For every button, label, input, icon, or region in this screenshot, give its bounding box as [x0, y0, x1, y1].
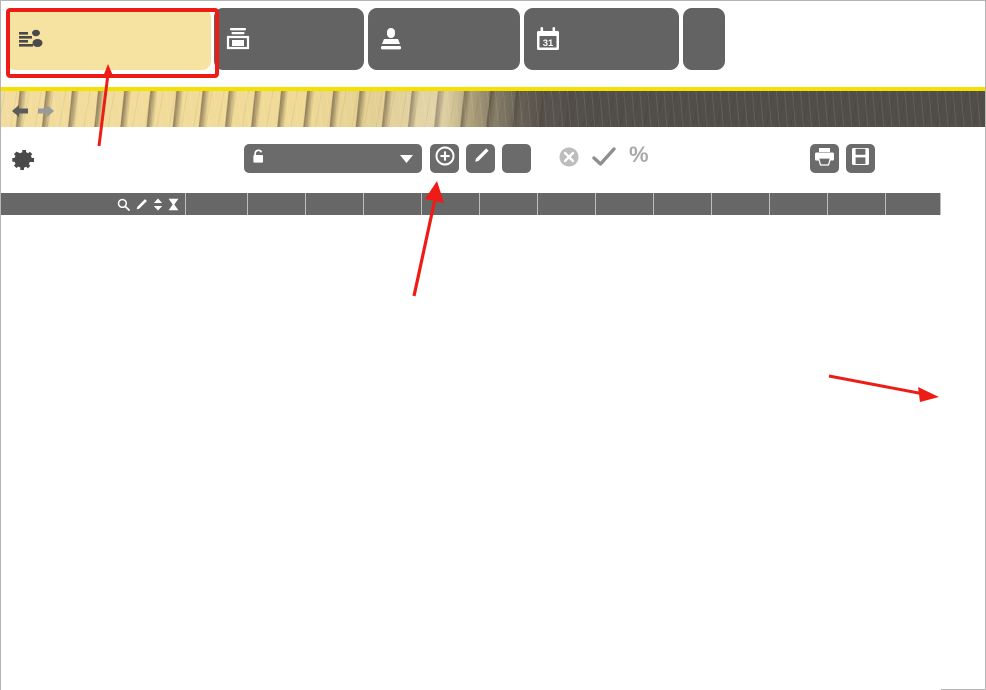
column-header-sep[interactable]	[712, 193, 770, 215]
nav-button-accounts-balances-budgeting[interactable]	[6, 8, 211, 70]
column-header-dec[interactable]	[886, 193, 941, 215]
edit-budget-button[interactable]	[466, 144, 495, 173]
inbox-tray-icon	[224, 25, 252, 53]
column-header-nov[interactable]	[828, 193, 886, 215]
nav-button-automated-transactions[interactable]: 31	[524, 8, 679, 70]
search-icon[interactable]	[117, 198, 130, 211]
cancel-circle-icon[interactable]	[557, 145, 581, 169]
rubber-stamp-icon	[378, 25, 404, 53]
page-title-bar	[1, 87, 985, 131]
column-header-accounts[interactable]	[1, 193, 186, 215]
budget-toolbar: %	[1, 131, 985, 301]
pencil-icon[interactable]	[135, 198, 148, 211]
column-header-aug[interactable]	[654, 193, 712, 215]
gear-icon[interactable]	[11, 147, 37, 173]
chevron-down-icon	[400, 150, 413, 168]
coins-stack-icon	[16, 24, 46, 54]
filter-hourglass-icon[interactable]	[168, 198, 179, 211]
save-button[interactable]	[846, 144, 875, 173]
budget-select[interactable]	[244, 144, 422, 173]
column-header-jul[interactable]	[596, 193, 654, 215]
main-navigation-bar: 31	[1, 1, 985, 87]
nav-button-more[interactable]	[683, 8, 725, 70]
nav-button-template-transactions[interactable]	[368, 8, 520, 70]
pencil-icon	[471, 146, 491, 171]
view-side-tabs	[941, 126, 985, 690]
budget-grid-header	[1, 193, 941, 215]
sort-updown-icon[interactable]	[153, 198, 163, 211]
floppy-disk-icon	[851, 147, 870, 171]
accounts-header-icons	[117, 198, 179, 211]
svg-text:31: 31	[543, 38, 554, 49]
budget-grid	[1, 193, 941, 690]
printer-icon	[814, 147, 835, 171]
column-header-mar[interactable]	[364, 193, 422, 215]
arrow-left-icon[interactable]	[11, 104, 29, 118]
column-header-total[interactable]	[186, 193, 248, 215]
add-budget-button[interactable]	[430, 144, 459, 173]
column-header-may[interactable]	[480, 193, 538, 215]
check-icon[interactable]	[591, 145, 617, 169]
plus-circle-icon	[435, 146, 455, 171]
title-bar-background	[1, 91, 985, 127]
column-header-oct[interactable]	[770, 193, 828, 215]
print-button[interactable]	[810, 144, 839, 173]
arrow-right-icon[interactable]	[37, 104, 55, 118]
accountz-application-window: 31 %	[0, 0, 986, 690]
column-header-jun[interactable]	[538, 193, 596, 215]
padlock-icon	[252, 149, 265, 169]
percent-icon[interactable]: %	[629, 142, 649, 168]
nav-button-all-transactions[interactable]	[214, 8, 364, 70]
column-header-jan[interactable]	[248, 193, 306, 215]
hundredth-units-button[interactable]	[502, 144, 531, 173]
column-header-apr[interactable]	[422, 193, 480, 215]
column-header-feb[interactable]	[306, 193, 364, 215]
calendar-31-icon: 31	[534, 25, 562, 53]
